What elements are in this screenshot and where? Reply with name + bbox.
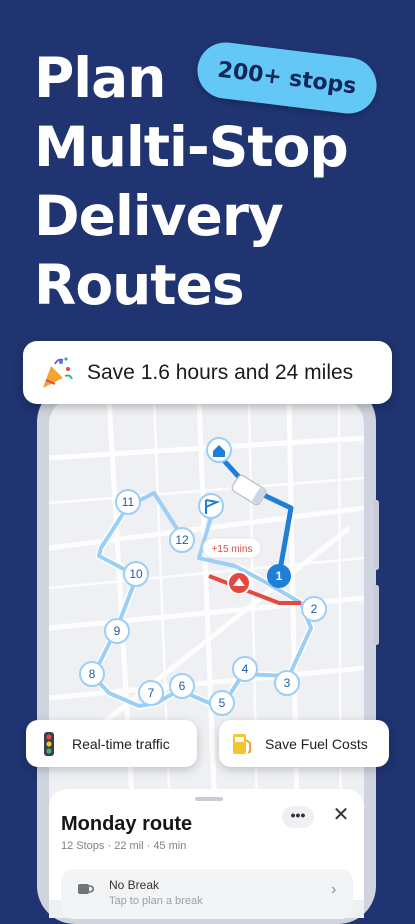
traffic-light-icon xyxy=(44,731,54,756)
sheet-drag-handle[interactable] xyxy=(195,797,223,801)
feature-label-fuel: Save Fuel Costs xyxy=(265,735,368,752)
headline-line-2: Multi-Stop xyxy=(34,115,349,179)
stop-pin-3[interactable]: 3 xyxy=(274,670,300,696)
svg-text:5: 5 xyxy=(219,696,226,710)
chevron-right-icon: › xyxy=(331,881,337,898)
feature-pill-fuel: Save Fuel Costs xyxy=(219,720,389,767)
traffic-warning-icon xyxy=(227,571,251,595)
phone-side-button xyxy=(374,500,379,570)
svg-text:12: 12 xyxy=(175,533,189,547)
stop-pin-1[interactable]: 1 xyxy=(267,564,291,588)
stop-pin-7[interactable]: 7 xyxy=(138,680,164,706)
route-bottom-sheet: Monday route 12 Stops · 22 mil · 45 min … xyxy=(49,789,364,919)
svg-text:7: 7 xyxy=(148,686,155,700)
stop-pin-12[interactable]: 12 xyxy=(169,527,195,553)
traffic-delay-text: +15 mins xyxy=(212,544,253,555)
stop-pin-10[interactable]: 10 xyxy=(123,561,149,587)
break-title: No Break xyxy=(109,878,160,892)
party-popper-icon xyxy=(43,356,73,388)
headline-line-4: Routes xyxy=(34,253,245,317)
svg-text:3: 3 xyxy=(284,676,291,690)
traffic-delay-tag: +15 mins xyxy=(202,537,262,559)
stop-pin-5[interactable]: 5 xyxy=(209,690,235,716)
finish-flag-pin[interactable] xyxy=(198,493,224,519)
svg-text:11: 11 xyxy=(122,495,135,509)
route-summary: 12 Stops · 22 mil · 45 min xyxy=(61,840,187,852)
feature-pill-traffic: Real-time traffic xyxy=(26,720,197,767)
feature-label-traffic: Real-time traffic xyxy=(72,735,170,752)
more-options-button[interactable]: ••• xyxy=(282,806,314,828)
close-button[interactable]: ✕ xyxy=(329,803,353,827)
svg-text:9: 9 xyxy=(114,624,121,638)
delivery-van-icon xyxy=(231,474,267,506)
phone-side-button xyxy=(374,585,379,645)
stop-pin-4[interactable]: 4 xyxy=(232,656,258,682)
savings-banner: Save 1.6 hours and 24 miles xyxy=(23,341,392,404)
svg-text:1: 1 xyxy=(276,569,283,583)
stop-pin-2[interactable]: 2 xyxy=(301,596,327,622)
svg-text:2: 2 xyxy=(311,602,318,616)
headline-line-3: Delivery xyxy=(34,184,284,248)
fuel-pump-icon xyxy=(233,733,251,754)
stop-pin-6[interactable]: 6 xyxy=(169,673,195,699)
coffee-cup-icon xyxy=(78,884,94,894)
stop-pin-11[interactable]: 11 xyxy=(115,489,141,515)
svg-text:10: 10 xyxy=(129,567,143,581)
stop-pin-8[interactable]: 8 xyxy=(79,661,105,687)
home-pin[interactable] xyxy=(206,437,232,463)
svg-text:4: 4 xyxy=(242,662,249,676)
svg-text:6: 6 xyxy=(179,679,186,693)
route-title: Monday route xyxy=(61,813,193,835)
stop-pin-9[interactable]: 9 xyxy=(104,618,130,644)
svg-text:8: 8 xyxy=(89,667,96,681)
break-card[interactable]: No Break Tap to plan a break › xyxy=(61,869,353,919)
savings-text: Save 1.6 hours and 24 miles xyxy=(87,360,354,384)
break-hint: Tap to plan a break xyxy=(109,895,203,907)
